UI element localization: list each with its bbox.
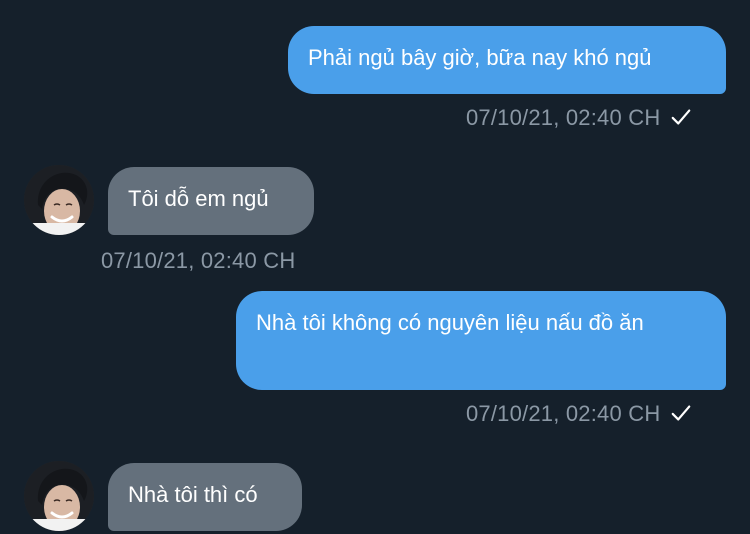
message-timestamp-row: 07/10/21, 02:40 CH [466,105,692,131]
avatar-image [24,461,94,531]
checkmark-icon [672,109,691,125]
message-bubble-outgoing[interactable]: Phải ngủ bây giờ, bữa nay khó ngủ [288,26,726,94]
avatar[interactable] [24,461,94,531]
message-timestamp-row: 07/10/21, 02:40 CH [466,401,692,427]
message-text: Tôi dỗ em ngủ [128,186,269,211]
avatar[interactable] [24,165,94,235]
message-timestamp: 07/10/21, 02:40 CH [466,105,661,130]
message-bubble-outgoing[interactable]: Nhà tôi không có nguyên liệu nấu đồ ăn [236,291,726,390]
message-timestamp: 07/10/21, 02:40 CH [466,401,661,426]
message-text: Nhà tôi không có nguyên liệu nấu đồ ăn [256,310,644,335]
avatar-image [24,165,94,235]
chat-thread: Phải ngủ bây giờ, bữa nay khó ngủ 07/10/… [0,0,750,534]
message-text: Nhà tôi thì có [128,482,258,507]
message-text: Phải ngủ bây giờ, bữa nay khó ngủ [308,45,652,70]
message-bubble-incoming[interactable]: Tôi dỗ em ngủ [108,167,314,235]
message-timestamp: 07/10/21, 02:40 CH [101,248,296,273]
message-bubble-incoming[interactable]: Nhà tôi thì có [108,463,302,531]
checkmark-icon [672,405,691,421]
